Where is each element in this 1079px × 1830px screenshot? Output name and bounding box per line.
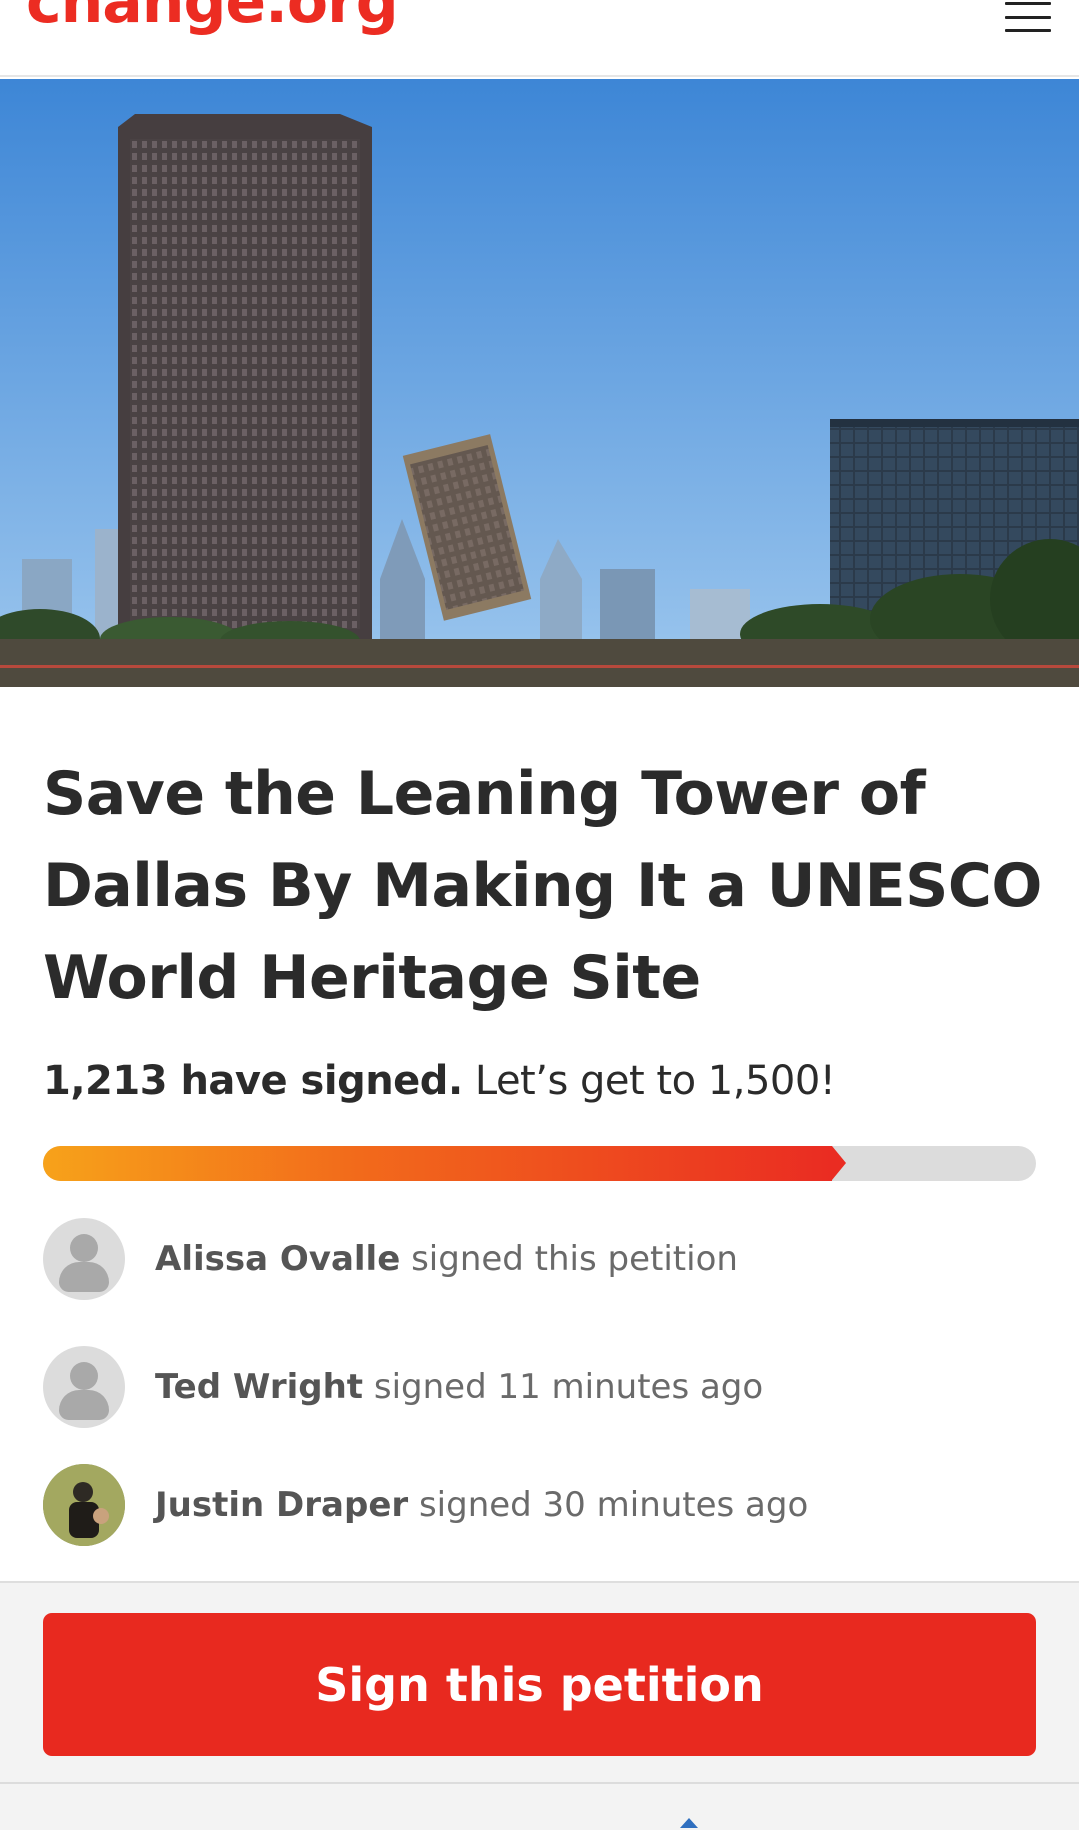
change-org-logo[interactable]: change.org [26,0,399,32]
recent-signers-list: Alissa Ovalle signed this petition Ted W… [43,1218,1043,1546]
divider [0,1782,1079,1784]
signature-counter: 1,213 have signed. Let’s get to 1,500! [43,1058,836,1104]
signer-action: signed 11 minutes ago [373,1367,764,1407]
signature-progress-bar [43,1146,1036,1181]
user-photo-avatar [43,1464,125,1546]
signed-count: 1,213 have signed. [43,1058,463,1104]
signer-action: signed 30 minutes ago [418,1485,809,1525]
list-item: Justin Draper signed 30 minutes ago [43,1464,1043,1546]
top-header: change.org [0,0,1079,77]
avatar-photo-illustration [43,1464,125,1546]
sign-petition-button[interactable]: Sign this petition [43,1613,1036,1756]
menu-line [1005,2,1051,5]
list-item: Ted Wright signed 11 minutes ago [43,1346,1043,1428]
default-avatar-icon [43,1218,125,1300]
progress-tip [832,1146,846,1180]
menu-line [1005,15,1051,19]
hero-photo-illustration [0,79,1079,687]
progress-fill [43,1146,832,1181]
signer-name: Ted Wright [155,1367,364,1407]
signer-text: Alissa Ovalle signed this petition [155,1239,738,1279]
signer-action: signed this petition [411,1239,738,1279]
signer-name: Alissa Ovalle [155,1239,401,1279]
scroll-up-icon [680,1818,698,1828]
signer-name: Justin Draper [155,1485,409,1525]
petition-title: Save the Leaning Tower of Dallas By Maki… [43,759,1042,1013]
goal-text: Let’s get to 1,500! [474,1058,836,1104]
petition-hero-image [0,79,1079,687]
signer-text: Justin Draper signed 30 minutes ago [155,1485,808,1525]
menu-line [1005,29,1051,32]
hamburger-menu-icon[interactable] [1002,0,1054,34]
signer-text: Ted Wright signed 11 minutes ago [155,1367,763,1407]
list-item: Alissa Ovalle signed this petition [43,1218,1043,1300]
default-avatar-icon [43,1346,125,1428]
